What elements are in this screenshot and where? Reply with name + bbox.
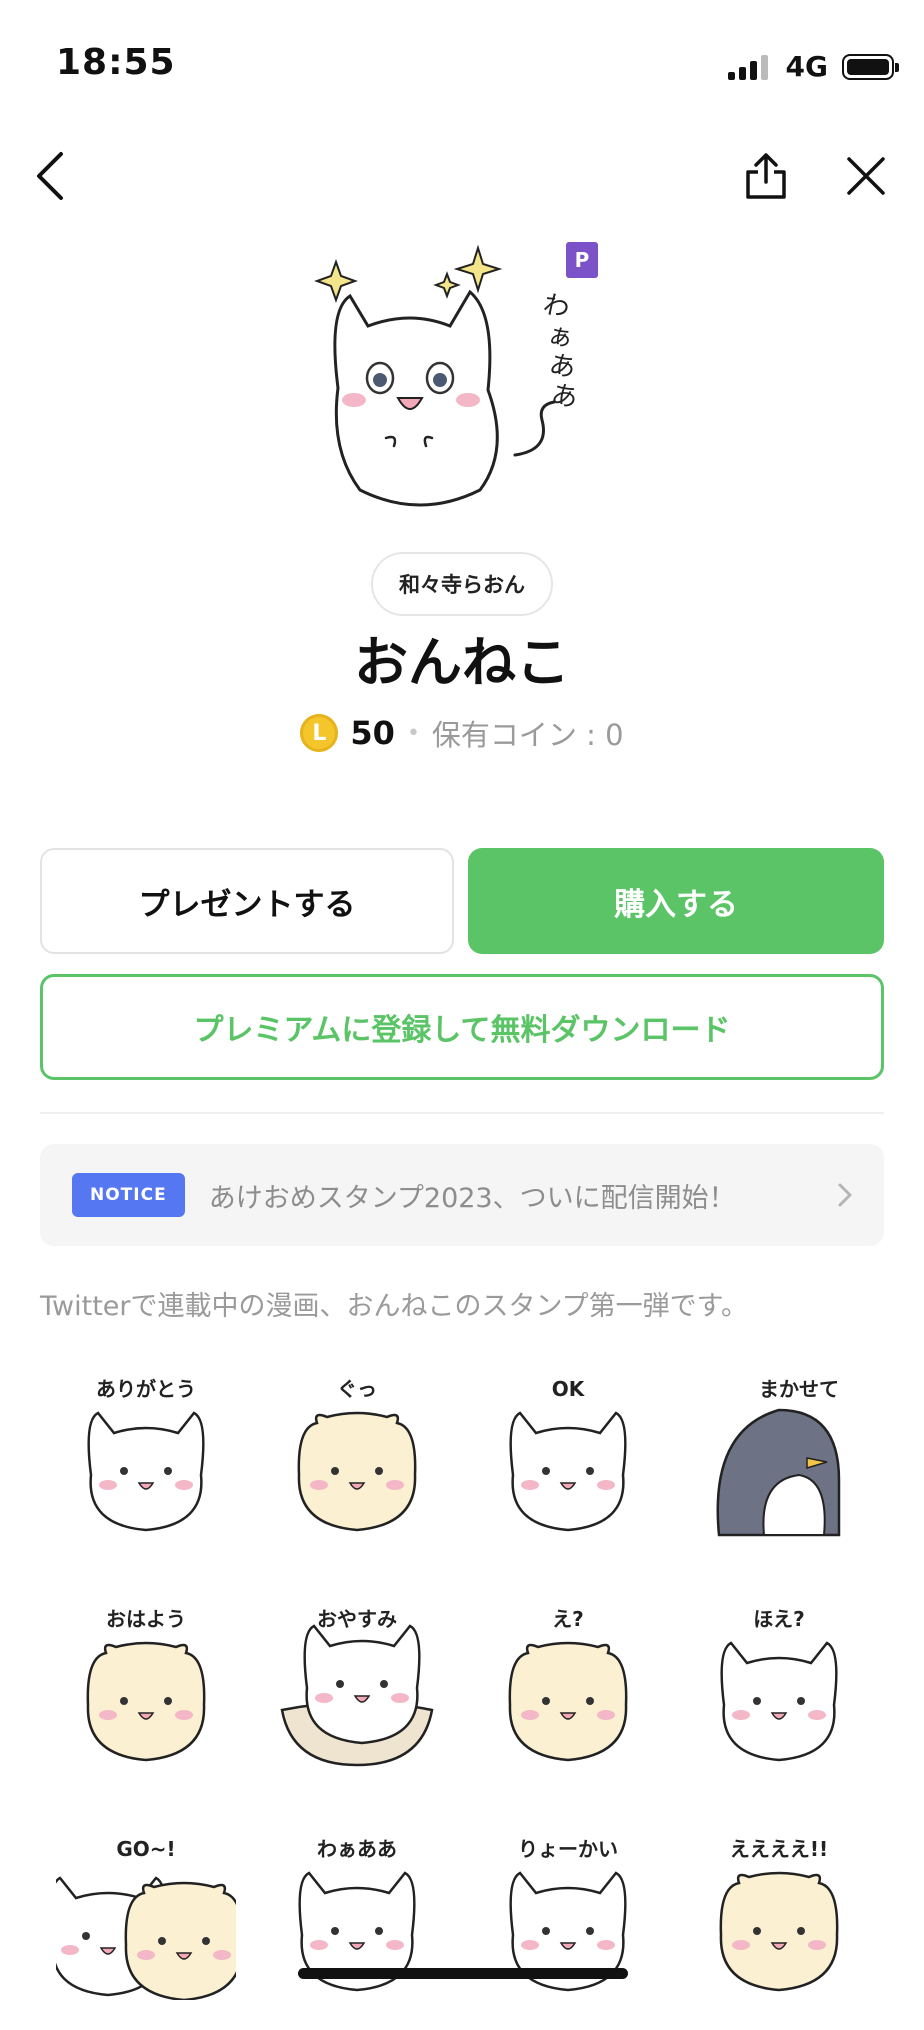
sticker-grid: ありがとう ぐっ OK まかせておはよう おやすみ え? ほえ? GO~! わぁああ りょーかい え… [40, 1340, 884, 2030]
status-indicators: 4G [727, 50, 899, 83]
sticker-item[interactable]: OK [462, 1340, 673, 1570]
close-icon [847, 157, 885, 195]
sticker-item[interactable]: GO~! [40, 1800, 251, 2030]
price-value: 50 [350, 714, 395, 752]
coin-icon: L [300, 714, 339, 752]
premium-badge: P [566, 242, 598, 278]
status-time: 18:55 [56, 42, 176, 83]
sticker-item[interactable]: ほえ? [673, 1570, 884, 1800]
sticker-image: OK [508, 1377, 627, 1532]
sticker-image: ほえ? [719, 1607, 838, 1762]
signal-icon [727, 54, 768, 80]
sticker-item[interactable]: まかせて [673, 1340, 884, 1570]
sticker-item[interactable]: わぁああ [251, 1800, 462, 2030]
author-link[interactable]: 和々寺らおん [371, 552, 553, 616]
svg-text:あ: あ [547, 350, 579, 385]
chevron-left-icon [37, 152, 63, 200]
home-indicator [298, 1968, 628, 1979]
separator-dot: • [406, 720, 420, 746]
sticker-label: まかせて [759, 1377, 839, 1401]
sticker-label: ほえ? [753, 1607, 805, 1631]
sticker-label: GO~! [116, 1837, 175, 1861]
sticker-label: え? [552, 1607, 584, 1631]
sticker-label: ええええ!! [729, 1837, 827, 1861]
sticker-item[interactable]: おやすみ [251, 1570, 462, 1800]
sticker-item[interactable]: ええええ!! [673, 1800, 884, 2030]
sticker-image: まかせて [716, 1377, 840, 1537]
sticker-item[interactable]: おはよう [40, 1570, 251, 1800]
premium-download-button[interactable]: プレミアムに登録して無料ダウンロード [40, 974, 884, 1080]
sticker-label: おはよう [106, 1607, 186, 1631]
divider [40, 1112, 884, 1114]
notice-banner[interactable]: NOTICE あけおめスタンプ2023、ついに配信開始！ [40, 1144, 884, 1246]
sticker-label: わぁああ [317, 1837, 397, 1861]
close-button[interactable] [834, 144, 898, 208]
sticker-image: GO~! [55, 1837, 236, 2000]
sticker-image: ありがとう [86, 1377, 205, 1532]
sticker-image: ええええ!! [719, 1837, 838, 1992]
network-label: 4G [785, 50, 828, 83]
notice-badge: NOTICE [72, 1173, 185, 1217]
sticker-label: りょーかい [518, 1837, 618, 1861]
back-button[interactable] [18, 144, 82, 208]
sticker-label: おやすみ [317, 1607, 397, 1631]
sticker-item[interactable]: え? [462, 1570, 673, 1800]
page-title: おんねこ [354, 631, 570, 694]
owned-coins: 保有コイン : 0 [431, 718, 624, 752]
main-sticker-image: わ ぁ あ あ [310, 240, 610, 530]
sticker-label: ありがとう [96, 1377, 196, 1401]
battery-icon [842, 53, 899, 80]
sticker-item[interactable]: ぐっ [251, 1340, 462, 1570]
sticker-item[interactable]: りょーかい [462, 1800, 673, 2030]
description: Twitterで連載中の漫画、おんねこのスタンプ第一弾です。 [40, 1291, 748, 1322]
sticker-label: ぐっ [337, 1377, 377, 1401]
sticker-image: え? [508, 1607, 627, 1762]
svg-text:わ: わ [541, 290, 573, 325]
sticker-item[interactable]: ありがとう [40, 1340, 251, 1570]
chevron-right-icon [838, 1183, 852, 1207]
svg-text:あ: あ [549, 380, 581, 415]
buy-button[interactable]: 購入する [468, 848, 884, 954]
sticker-label: OK [551, 1377, 585, 1401]
present-button[interactable]: プレゼントする [40, 848, 454, 954]
svg-text:ぁ: ぁ [545, 320, 577, 355]
sticker-image: ぐっ [297, 1377, 416, 1532]
sticker-image: おやすみ [280, 1607, 433, 1767]
share-button[interactable] [734, 144, 798, 208]
share-icon [746, 153, 786, 199]
notice-text: あけおめスタンプ2023、ついに配信開始！ [208, 1182, 736, 1214]
sticker-image: おはよう [86, 1607, 205, 1762]
price-row: L 50 • 保有コイン : 0 [0, 712, 924, 754]
